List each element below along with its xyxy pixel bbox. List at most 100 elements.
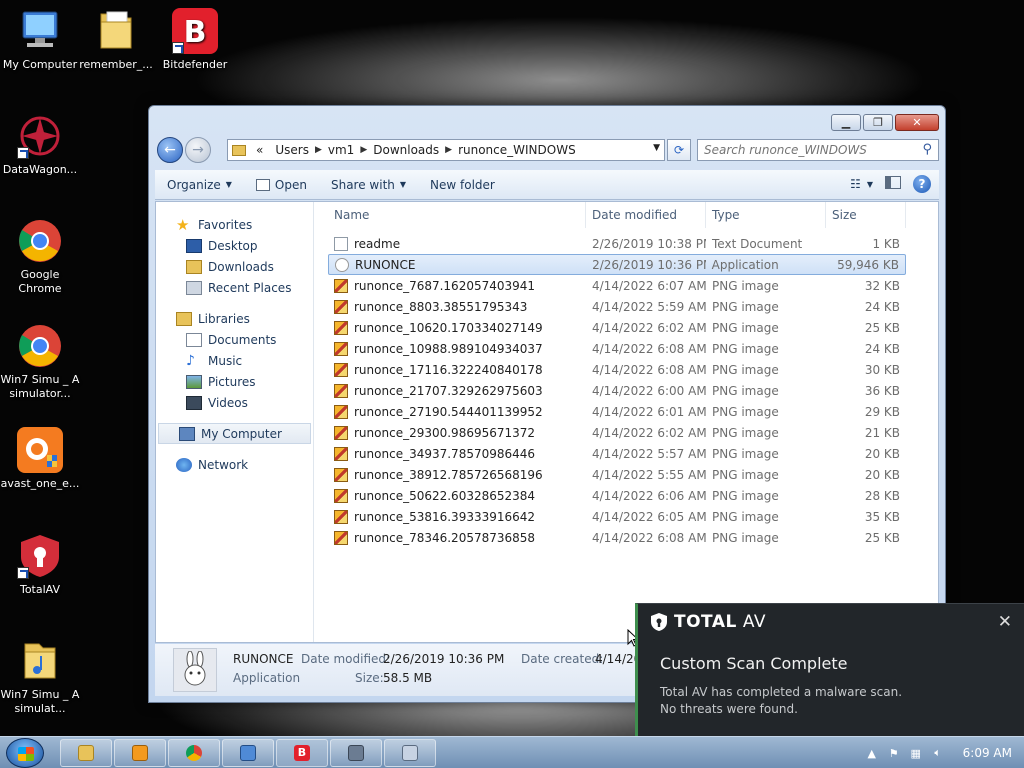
nav-network[interactable]: Network <box>156 454 313 475</box>
column-header-size[interactable]: Size <box>826 202 906 228</box>
desktop-icon-google-chrome[interactable]: Google Chrome <box>0 218 80 296</box>
file-size: 1 KB <box>872 236 900 251</box>
taskbar-explorer[interactable] <box>60 739 112 767</box>
breadcrumb-runonce-windows[interactable]: runonce_WINDOWS <box>458 143 576 157</box>
breadcrumb-vm1[interactable]: vm1 <box>328 143 354 157</box>
file-row[interactable]: runonce_21707.329262975603 4/14/2022 6:00… <box>328 380 906 401</box>
file-row[interactable]: runonce_38912.785726568196 4/14/2022 5:55… <box>328 464 906 485</box>
file-type: PNG image <box>712 278 779 293</box>
back-button[interactable]: ← <box>157 137 183 163</box>
column-header-name[interactable]: Name <box>328 202 586 228</box>
preview-pane-button[interactable] <box>885 176 901 192</box>
breadcrumb-downloads[interactable]: Downloads <box>373 143 439 157</box>
file-row[interactable]: runonce_7687.162057403941 4/14/2022 6:07 … <box>328 275 906 296</box>
breadcrumb-overflow[interactable]: « <box>256 143 263 157</box>
file-row[interactable]: runonce_34937.78570986446 4/14/2022 5:57 … <box>328 443 906 464</box>
breadcrumb-chevron-icon[interactable]: ▶ <box>445 145 452 155</box>
file-date: 4/14/2022 5:55 AM <box>592 467 706 482</box>
nav-recent-places[interactable]: Recent Places <box>156 277 313 298</box>
breadcrumb-users[interactable]: Users <box>275 143 309 157</box>
desktop-icon-label: TotalAV <box>19 583 61 596</box>
start-button[interactable] <box>6 738 44 768</box>
content-area: ★ Favorites Desktop Downloads Recent Pla… <box>155 201 939 643</box>
desktop-icon-remember[interactable]: remember_... <box>76 8 156 72</box>
organize-button[interactable]: Organize ▼ <box>155 178 244 192</box>
desktop-icon-label: Win7 Simu _ A simulator... <box>0 373 80 400</box>
file-name: runonce_10988.989104934037 <box>354 341 543 356</box>
taskbar-app-3[interactable] <box>384 739 436 767</box>
file-row[interactable]: RUNONCE 2/26/2019 10:36 PM Application 59,9… <box>328 254 906 275</box>
datawagon-icon <box>17 113 63 159</box>
maximize-button[interactable]: ❐ <box>863 114 893 131</box>
nav-music[interactable]: ♪ Music <box>156 350 313 371</box>
clock[interactable]: 6:09 AM <box>963 746 1012 760</box>
nav-videos[interactable]: Videos <box>156 392 313 413</box>
close-icon: ✕ <box>912 116 922 129</box>
details-size: 58.5 MB <box>383 671 433 685</box>
forward-button[interactable]: → <box>185 137 211 163</box>
volume-icon[interactable]: 🔈︎ <box>931 746 945 760</box>
taskbar-chrome[interactable] <box>168 739 220 767</box>
totalav-notification[interactable]: TOTAL AV ✕ Custom Scan Complete Total AV … <box>635 603 1024 736</box>
folder-icon <box>78 745 94 761</box>
file-type: PNG image <box>712 488 779 503</box>
search-input[interactable] <box>698 140 908 160</box>
new-folder-button[interactable]: New folder <box>418 178 507 192</box>
show-hidden-icons-icon[interactable]: ▲ <box>865 746 879 760</box>
column-header-date[interactable]: Date modified <box>586 202 706 228</box>
file-row[interactable]: readme 2/26/2019 10:38 PM Text Document 1 K… <box>328 233 906 254</box>
nav-downloads[interactable]: Downloads <box>156 256 313 277</box>
nav-documents[interactable]: Documents <box>156 329 313 350</box>
nav-favorites[interactable]: ★ Favorites <box>156 214 313 235</box>
nav-libraries[interactable]: Libraries <box>156 308 313 329</box>
breadcrumb-chevron-icon[interactable]: ▶ <box>315 145 322 155</box>
file-size: 20 KB <box>864 446 900 461</box>
share-with-button[interactable]: Share with ▼ <box>319 178 418 192</box>
desktop-icon-datawagon[interactable]: DataWagon... <box>0 113 80 177</box>
file-row[interactable]: runonce_17116.322240840178 4/14/2022 6:08… <box>328 359 906 380</box>
breadcrumb-chevron-icon[interactable]: ▶ <box>360 145 367 155</box>
file-name-cell: runonce_17116.322240840178 <box>328 362 586 377</box>
minimize-button[interactable]: ▁ <box>831 114 861 131</box>
help-icon[interactable]: ? <box>913 175 931 193</box>
file-row[interactable]: runonce_53816.39333916642 4/14/2022 6:05 … <box>328 506 906 527</box>
file-row[interactable]: runonce_8803.38551795343 4/14/2022 5:59 A… <box>328 296 906 317</box>
close-icon[interactable]: ✕ <box>998 612 1012 632</box>
taskbar-app[interactable] <box>222 739 274 767</box>
file-row[interactable]: runonce_50622.60328652384 4/14/2022 6:06 … <box>328 485 906 506</box>
refresh-button[interactable]: ⟳ <box>667 139 691 161</box>
bitdefender-icon: B <box>294 745 310 761</box>
column-header-type[interactable]: Type <box>706 202 826 228</box>
close-button[interactable]: ✕ <box>895 114 939 131</box>
file-row[interactable]: runonce_27190.544401139952 4/14/2022 6:01… <box>328 401 906 422</box>
desktop-icon-bitdefender[interactable]: B Bitdefender <box>155 8 235 72</box>
file-row[interactable]: runonce_10988.989104934037 4/14/2022 6:08… <box>328 338 906 359</box>
nav-desktop[interactable]: Desktop <box>156 235 313 256</box>
file-row[interactable]: runonce_10620.170334027149 4/14/2022 6:02… <box>328 317 906 338</box>
taskbar-bitdefender[interactable]: B <box>276 739 328 767</box>
nav-my-computer[interactable]: My Computer <box>158 423 311 444</box>
nav-pictures[interactable]: Pictures <box>156 371 313 392</box>
chevron-down-icon: ▼ <box>399 180 407 189</box>
desktop-icon-my-computer[interactable]: My Computer <box>0 8 80 72</box>
desktop-icon-win7-simu[interactable]: Win7 Simu _ A simulator... <box>0 323 80 401</box>
search-icon[interactable]: ⚲ <box>922 142 932 157</box>
application-icon <box>335 257 349 272</box>
open-button[interactable]: Open <box>244 178 319 192</box>
view-controls: ☷ ▼ ? <box>850 175 931 193</box>
desktop-icon-win7-simu-folder[interactable]: Win7 Simu _ A simulat... <box>0 638 80 716</box>
desktop-icon-avast[interactable]: avast_one_e... <box>0 427 80 491</box>
taskbar-app-2[interactable] <box>330 739 382 767</box>
address-bar[interactable]: « Users ▶ vm1 ▶ Downloads ▶ runonce_WIND… <box>227 139 665 161</box>
nav-label: Documents <box>208 332 277 347</box>
desktop-icon-totalav[interactable]: TotalAV <box>0 533 80 597</box>
chevron-down-icon[interactable]: ▼ <box>653 143 660 153</box>
file-row[interactable]: runonce_29300.98695671372 4/14/2022 6:02 … <box>328 422 906 443</box>
flag-icon[interactable]: ⚑ <box>887 746 901 760</box>
file-date: 4/14/2022 6:02 AM <box>592 320 706 335</box>
view-options-button[interactable]: ☷ ▼ <box>850 177 873 191</box>
network-icon[interactable]: ▦ <box>909 746 923 760</box>
file-row[interactable]: runonce_78346.20578736858 4/14/2022 6:08 … <box>328 527 906 548</box>
taskbar-media-player[interactable] <box>114 739 166 767</box>
file-date: 2/26/2019 10:36 PM <box>592 257 706 272</box>
